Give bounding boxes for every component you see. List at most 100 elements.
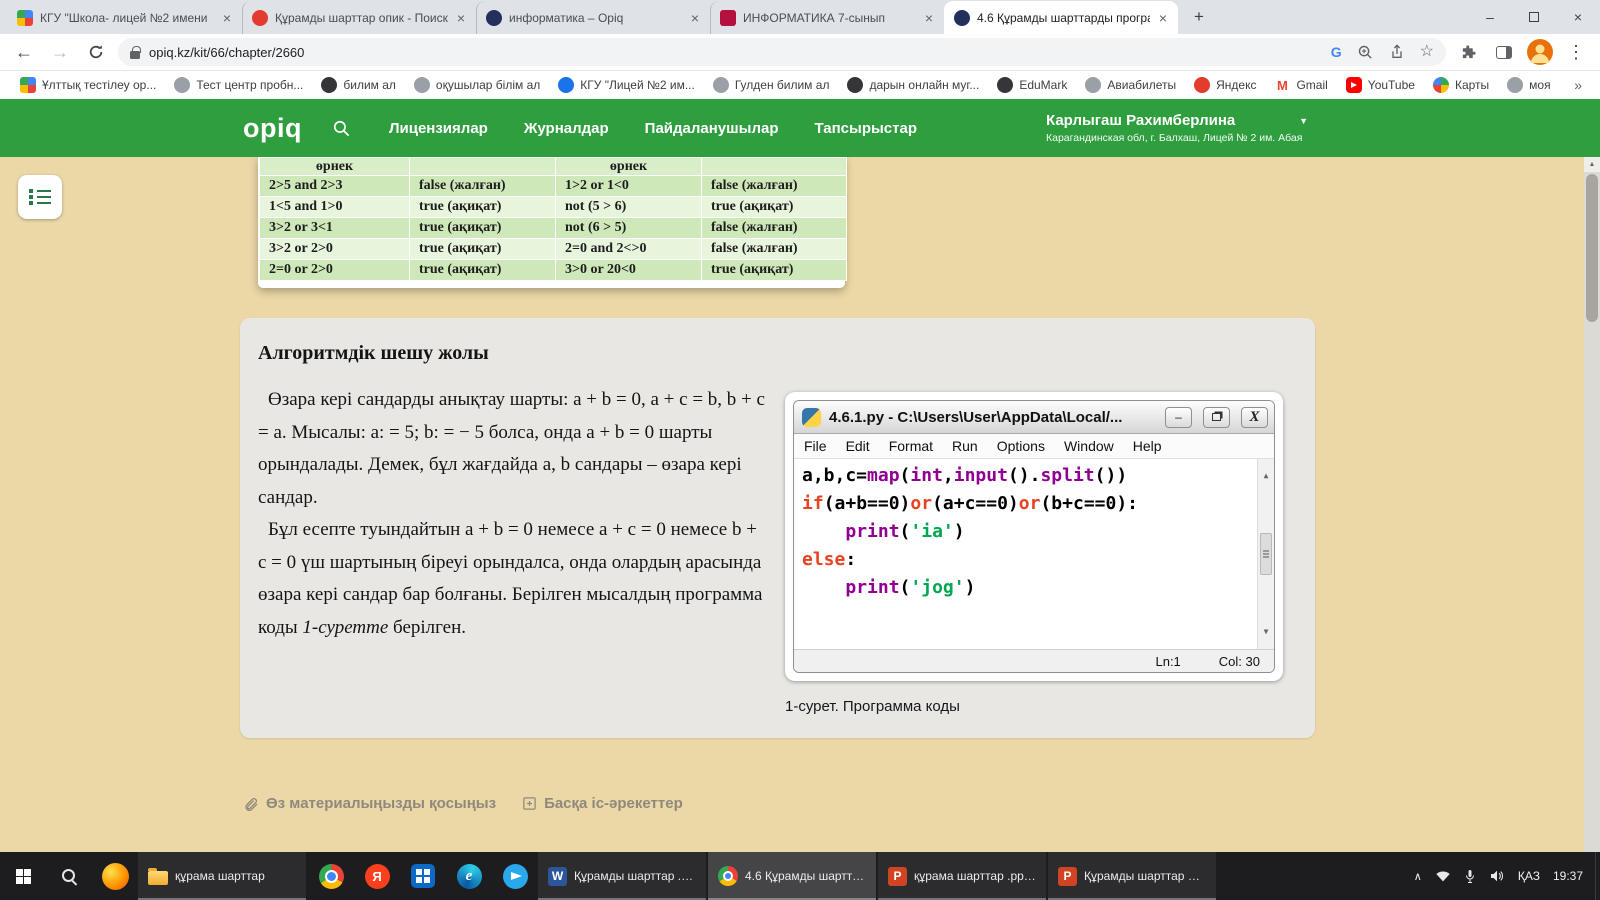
share-icon[interactable] <box>1389 44 1405 60</box>
page-scrollbar[interactable]: ▲ <box>1584 157 1600 852</box>
bookmark-item[interactable]: дарын онлайн муг... <box>839 75 987 95</box>
browser-tab[interactable]: Құрамды шарттар опик - Поиск× <box>242 1 476 34</box>
bookmark-star-icon[interactable]: ☆ <box>1420 44 1434 60</box>
bookmark-item[interactable]: EduMark <box>989 75 1075 95</box>
table-cell: true (ақиқат) <box>702 197 847 218</box>
taskbar-ppt-1-button[interactable]: құрама шарттар .ppt... <box>878 852 1046 900</box>
bookmark-item[interactable]: YouTube <box>1338 75 1423 95</box>
scrollbar-thumb[interactable] <box>1260 533 1272 575</box>
idle-menu-file[interactable]: File <box>804 438 827 454</box>
site-search-button[interactable] <box>332 119 351 138</box>
microphone-icon[interactable] <box>1464 869 1476 884</box>
browser-tab[interactable]: информатика – Opiq× <box>476 1 710 34</box>
bookmark-item[interactable]: моя <box>1499 75 1558 95</box>
taskbar-edge-button[interactable] <box>446 852 492 900</box>
chapter-actions: Өз материалыңызды қосыңыз Басқа іс-әреке… <box>243 795 683 812</box>
bookmark-item[interactable]: Авиабилеты <box>1077 75 1184 95</box>
tab-close-icon[interactable]: × <box>455 10 467 26</box>
zoom-icon[interactable] <box>1357 44 1374 61</box>
idle-menu-run[interactable]: Run <box>952 438 978 454</box>
taskbar-telegram-button[interactable] <box>492 852 538 900</box>
scroll-down-icon[interactable]: ▼ <box>1264 618 1269 646</box>
idle-close-button[interactable]: X <box>1241 407 1268 428</box>
idle-title-bar[interactable]: 4.6.1.py - C:\Users\User\AppData\Local/.… <box>794 401 1274 434</box>
clock[interactable]: 19:37 <box>1553 869 1583 883</box>
code-token: or <box>1019 493 1041 514</box>
idle-menu-format[interactable]: Format <box>889 438 933 454</box>
nav-item-licenses[interactable]: Лицензиялар <box>389 120 488 137</box>
taskbar-word-doc-button[interactable]: Құрамды шарттар .d... <box>538 852 706 900</box>
wifi-icon[interactable] <box>1435 870 1451 882</box>
scrollbar-thumb[interactable] <box>1586 174 1598 322</box>
window-close-button[interactable]: × <box>1556 0 1600 34</box>
maximize-icon <box>1529 12 1539 22</box>
google-icon[interactable]: G <box>1331 44 1342 60</box>
idle-menu-edit[interactable]: Edit <box>846 438 870 454</box>
browser-tab[interactable]: КГУ "Школа- лицей №2 имени× <box>8 1 242 34</box>
bookmark-item[interactable]: Ұлттық тестілеу ор... <box>12 75 164 95</box>
globe-favicon-icon <box>713 77 729 93</box>
tray-expand-icon[interactable]: ∧ <box>1414 870 1422 883</box>
table-header-cell: өрнек <box>556 158 702 176</box>
new-tab-button[interactable]: + <box>1186 4 1212 30</box>
taskbar-firefox-button[interactable] <box>92 852 138 900</box>
bookmark-item[interactable]: Гулден билим ал <box>705 75 838 95</box>
nav-item-users[interactable]: Пайдаланушылар <box>645 120 779 137</box>
bookmark-item[interactable]: КГУ "Лицей №2 им... <box>550 75 703 95</box>
idle-menu-options[interactable]: Options <box>997 438 1045 454</box>
taskbar-start-button[interactable] <box>0 852 46 900</box>
address-bar[interactable]: opiq.kz/kit/66/chapter/2660 G ☆ <box>118 38 1446 66</box>
add-material-button[interactable]: Өз материалыңызды қосыңыз <box>243 795 496 812</box>
forward-button[interactable]: → <box>46 38 74 66</box>
tab-close-icon[interactable]: × <box>689 10 701 26</box>
taskbar-yandex-button[interactable] <box>354 852 400 900</box>
idle-scrollbar[interactable]: ▲ ▼ <box>1257 459 1274 649</box>
volume-icon[interactable] <box>1489 869 1505 883</box>
extensions-button[interactable] <box>1454 38 1482 66</box>
show-desktop-button[interactable] <box>1595 852 1600 900</box>
browser-menu-button[interactable]: ⋮ <box>1562 38 1590 66</box>
browser-tab[interactable]: 4.6 Құрамды шарттарды програ× <box>944 1 1178 34</box>
bookmark-item[interactable]: билим ал <box>313 75 404 95</box>
language-indicator[interactable]: ҚАЗ <box>1518 869 1540 883</box>
bookmark-item[interactable]: Яндекс <box>1186 75 1264 95</box>
toc-toggle-button[interactable] <box>18 175 62 219</box>
bookmark-item[interactable]: Тест центр пробн... <box>166 75 311 95</box>
opiq-logo[interactable]: opiq <box>243 113 302 144</box>
back-button[interactable]: ← <box>10 38 38 66</box>
nav-item-journals[interactable]: Журналдар <box>524 120 609 137</box>
idle-maximize-button[interactable] <box>1203 407 1230 428</box>
profile-avatar[interactable] <box>1526 38 1554 66</box>
bookmark-item[interactable]: оқушылар білім ал <box>406 75 548 95</box>
scroll-up-icon[interactable]: ▲ <box>1584 157 1600 172</box>
idle-menu-window[interactable]: Window <box>1064 438 1114 454</box>
bookmark-item[interactable]: Карты <box>1425 75 1497 95</box>
tab-close-icon[interactable]: × <box>221 10 233 26</box>
more-actions-button[interactable]: Басқа іс-әрекеттер <box>522 795 683 812</box>
taskbar-search-button[interactable] <box>46 852 92 900</box>
bookmarks-overflow-button[interactable]: » <box>1574 77 1588 93</box>
user-menu[interactable]: Карлыгаш Рахимберлина ▼ Карагандинская о… <box>1046 112 1308 144</box>
bookmark-label: дарын онлайн муг... <box>869 78 979 92</box>
taskbar-chrome-button[interactable] <box>308 852 354 900</box>
tab-close-icon[interactable]: × <box>1157 10 1169 26</box>
nav-item-orders[interactable]: Тапсырыстар <box>814 120 917 137</box>
idle-minimize-button[interactable]: – <box>1165 407 1192 428</box>
window-maximize-button[interactable] <box>1512 0 1556 34</box>
taskbar-ppt-2-button[interactable]: Құрамды шарттар 7 ... <box>1048 852 1216 900</box>
code-token <box>802 521 845 542</box>
lock-icon[interactable] <box>130 51 140 59</box>
taskbar-folder-kurama-sharttar-button[interactable]: құрама шарттар <box>138 852 306 900</box>
url-text[interactable]: opiq.kz/kit/66/chapter/2660 <box>149 45 1322 60</box>
taskbar-chrome-window-button[interactable]: 4.6 Құрамды шартта... <box>708 852 876 900</box>
window-minimize-button[interactable]: – <box>1468 0 1512 34</box>
browser-tab[interactable]: ИНФОРМАТИКА 7-сынып× <box>710 1 944 34</box>
tab-close-icon[interactable]: × <box>923 10 935 26</box>
taskbar-store-button[interactable] <box>400 852 446 900</box>
side-panel-button[interactable] <box>1490 38 1518 66</box>
bookmark-item[interactable]: Gmail <box>1266 75 1335 95</box>
idle-code-area[interactable]: a,b,c=map(int,input().split())if(a+b==0)… <box>794 459 1274 649</box>
reload-button[interactable] <box>82 38 110 66</box>
idle-menu-help[interactable]: Help <box>1133 438 1162 454</box>
scroll-up-icon[interactable]: ▲ <box>1264 462 1269 490</box>
